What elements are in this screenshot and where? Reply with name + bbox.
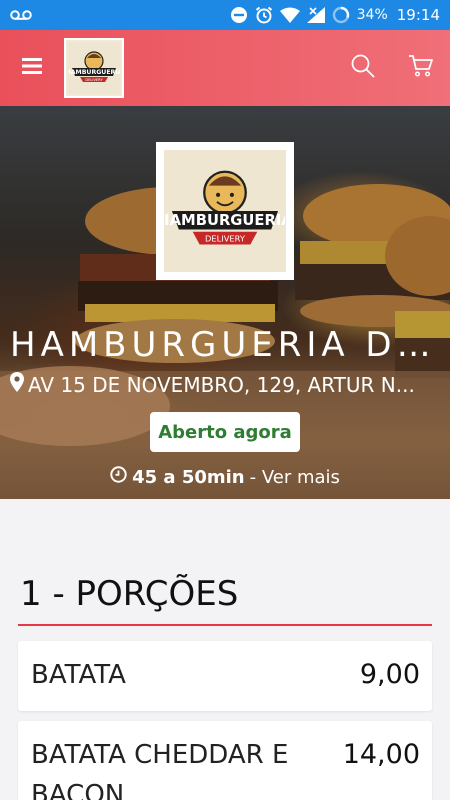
menu-item-name: BATATA CHEDDAR E BACON [31, 740, 289, 800]
hamburgueria-logo-graphic: HAMBURGUERIA DELIVERY [68, 42, 120, 94]
svg-text:HAMBURGUERIA: HAMBURGUERIA [68, 69, 120, 76]
svg-text:HAMBURGUERIA: HAMBURGUERIA [165, 212, 285, 229]
see-more-link[interactable]: - Ver mais [250, 467, 340, 488]
open-status-badge: Aberto agora [150, 412, 300, 452]
cart-button[interactable] [392, 30, 450, 106]
hamburgueria-logo-graphic: HAMBURGUERIA DELIVERY [165, 151, 285, 271]
voicemail-icon [10, 9, 32, 21]
battery-percent: 34% [356, 7, 388, 23]
menu-icon [22, 57, 42, 80]
address-text: AV 15 DE NOVEMBRO, 129, ARTUR N... [28, 372, 415, 397]
restaurant-name: HAMBURGUERIA DE... [10, 325, 440, 365]
menu-item-card[interactable]: BATATA 9,00 [18, 641, 432, 711]
clock-time: 19:14 [396, 6, 440, 24]
menu-section-title: 1 - PORÇÕES [20, 574, 239, 614]
menu-button[interactable] [0, 30, 64, 106]
restaurant-logo-small[interactable]: HAMBURGUERIA DELIVERY [64, 38, 124, 98]
menu-item-name: BATATA [31, 660, 126, 690]
delivery-time: 45 a 50min [132, 466, 245, 488]
cart-icon [408, 54, 434, 83]
alarm-icon [255, 6, 273, 24]
restaurant-logo: HAMBURGUERIA DELIVERY [156, 142, 294, 280]
clock-icon [110, 466, 127, 488]
do-not-disturb-icon [230, 6, 248, 24]
menu-item-card[interactable]: BATATA CHEDDAR E BACON 14,00 [18, 721, 432, 800]
menu-item-price: 9,00 [359, 659, 420, 690]
svg-text:DELIVERY: DELIVERY [85, 78, 103, 82]
battery-icon [332, 6, 350, 24]
search-icon [350, 53, 376, 84]
signal-icon [306, 7, 325, 23]
delivery-info[interactable]: 45 a 50min - Ver mais [0, 466, 450, 488]
restaurant-address: AV 15 DE NOVEMBRO, 129, ARTUR N... [10, 372, 442, 397]
location-pin-icon [10, 372, 24, 397]
wifi-icon [279, 7, 300, 23]
section-divider [18, 624, 432, 626]
menu-item-price: 14,00 [342, 739, 420, 770]
svg-text:DELIVERY: DELIVERY [205, 234, 246, 244]
search-button[interactable] [334, 30, 392, 106]
app-bar: HAMBURGUERIA DELIVERY [0, 30, 450, 106]
status-bar: 34% 19:14 [0, 0, 450, 30]
restaurant-hero: HAMBURGUERIA DELIVERY HAMBURGUERIA DE...… [0, 106, 450, 499]
